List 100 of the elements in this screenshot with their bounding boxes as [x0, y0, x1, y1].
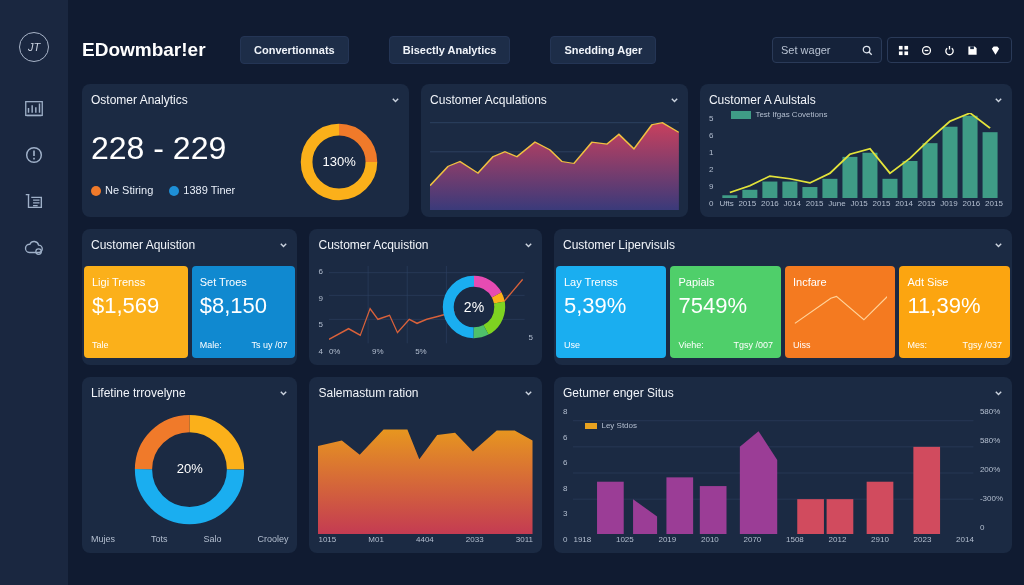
axis-label: 2010	[701, 534, 719, 546]
legend-swatch	[585, 423, 598, 429]
axis-label: 9	[708, 181, 714, 193]
nav-tab[interactable]: Convertionnats	[240, 35, 349, 65]
tile-label: Incfare	[793, 275, 828, 290]
card-title: Lifetine trrovelyne	[91, 385, 186, 402]
toolbar-button[interactable]	[944, 44, 955, 56]
tile-caption: Tgsy /037	[962, 338, 1002, 352]
donut-label: 20%	[176, 460, 203, 479]
axis-label: 580%	[979, 435, 1002, 447]
axis-label: 5	[318, 319, 323, 332]
axis-label: 2016	[962, 198, 981, 210]
axis-label: 5%	[415, 346, 427, 358]
chart-bar	[862, 152, 878, 198]
axis-label: 2	[708, 164, 714, 176]
chart-bar	[797, 499, 825, 534]
donut-label: 130%	[322, 152, 356, 171]
card-title: Customer A Aulstals	[708, 92, 816, 109]
axis-label: 9%	[372, 346, 384, 358]
card-title: Ostomer Analytics	[91, 92, 188, 109]
toolbar-button[interactable]	[898, 44, 909, 56]
axis-label: 200%	[979, 464, 1002, 476]
axis-label: 2015	[917, 198, 936, 210]
axis-label: 6	[318, 266, 323, 278]
axis-label: 1918	[573, 534, 592, 546]
metric-value: 228 - 229	[91, 129, 228, 169]
brand-title: EDowmbar!er	[82, 37, 207, 62]
chevron-icon	[524, 388, 533, 398]
card-title: Customer Acqulations	[430, 92, 547, 109]
chevron-icon	[994, 240, 1003, 250]
chart-bar	[597, 481, 625, 534]
axis-label: 8	[563, 406, 568, 418]
chart-bar	[922, 143, 938, 198]
tile-label: Ligi Trenss	[92, 275, 147, 290]
axis-label: 0	[708, 198, 714, 210]
axis-label: 2070	[743, 534, 762, 546]
chart-label: Crooley	[257, 532, 289, 546]
search-field[interactable]: Set wager	[772, 37, 882, 63]
card-title: Customer Lipervisuls	[563, 237, 676, 254]
nav-tab[interactable]: Bisectly Analytics	[388, 35, 511, 65]
diamond-icon	[990, 44, 1001, 56]
tile-caption: Tale	[92, 338, 109, 352]
axis-label: 1	[708, 147, 714, 159]
axis-label: 6	[563, 431, 568, 444]
legend-label: Ne Stiring	[105, 183, 154, 199]
chevron-icon	[669, 95, 679, 105]
axis-label: 2015	[738, 198, 757, 210]
chart-bar	[782, 181, 798, 198]
axis-label: 3	[563, 508, 568, 521]
legend-label: 1389 Tiner	[183, 183, 236, 199]
axis-label: J015	[850, 198, 868, 210]
chart-bar	[666, 477, 694, 534]
toolbar-button[interactable]	[990, 44, 1001, 56]
tile-label: Set Troes	[199, 275, 248, 290]
nav-tab[interactable]: Snedding Ager	[550, 35, 657, 65]
axis-label: 6	[563, 457, 568, 470]
chevron-icon	[391, 95, 401, 105]
tile-caption: Viehe:	[678, 338, 704, 352]
chevron-icon	[994, 388, 1003, 398]
chart-bar	[802, 187, 818, 198]
tile-value: 7549%	[678, 292, 748, 318]
axis-label: 0%	[328, 346, 341, 358]
axis-label: 1015	[318, 534, 337, 546]
save-icon	[967, 44, 978, 56]
axis-label: 2019	[658, 534, 677, 546]
axis-label: 2015	[872, 198, 891, 210]
chart-bar	[842, 156, 858, 198]
axis-label: 1508	[786, 534, 804, 546]
axis-label: 2033	[465, 534, 484, 546]
axis-label: 4404	[416, 534, 434, 546]
axis-label: 580%	[979, 406, 1002, 418]
tile-caption: Mes:	[907, 338, 927, 352]
axis-label: 2014	[956, 534, 974, 546]
axis-label: M01	[368, 534, 384, 546]
chart-bar	[827, 499, 854, 534]
toolbar-button[interactable]	[967, 44, 978, 56]
card-title: Salemastum ration	[318, 385, 419, 402]
axis-label: 2014	[895, 198, 913, 210]
tile-value: $8,150	[199, 292, 269, 318]
chevron-icon	[524, 240, 533, 250]
tile-caption: Male:	[199, 338, 222, 352]
chevron-icon	[279, 240, 289, 250]
axis-label: June	[828, 198, 846, 210]
chevron-icon	[994, 95, 1003, 105]
axis-label: 9	[318, 292, 323, 305]
card-title: Customer Acquistion	[318, 237, 429, 254]
tile-caption: Uiss	[793, 338, 811, 352]
axis-label: -300%	[979, 493, 1003, 505]
search-icon	[862, 45, 873, 56]
donut-label: 2%	[463, 297, 485, 317]
axis-label: 4	[318, 345, 323, 358]
tile-value: 5,39%	[564, 292, 628, 318]
axis-label: 5	[528, 332, 533, 344]
chart-bar	[822, 178, 838, 198]
chart-bar	[882, 178, 898, 198]
chart-bar	[762, 181, 778, 198]
axis-label: 8	[563, 482, 568, 495]
chart-bar	[633, 499, 658, 534]
axis-label: J019	[940, 198, 958, 210]
axis-label: 3011	[515, 534, 533, 546]
